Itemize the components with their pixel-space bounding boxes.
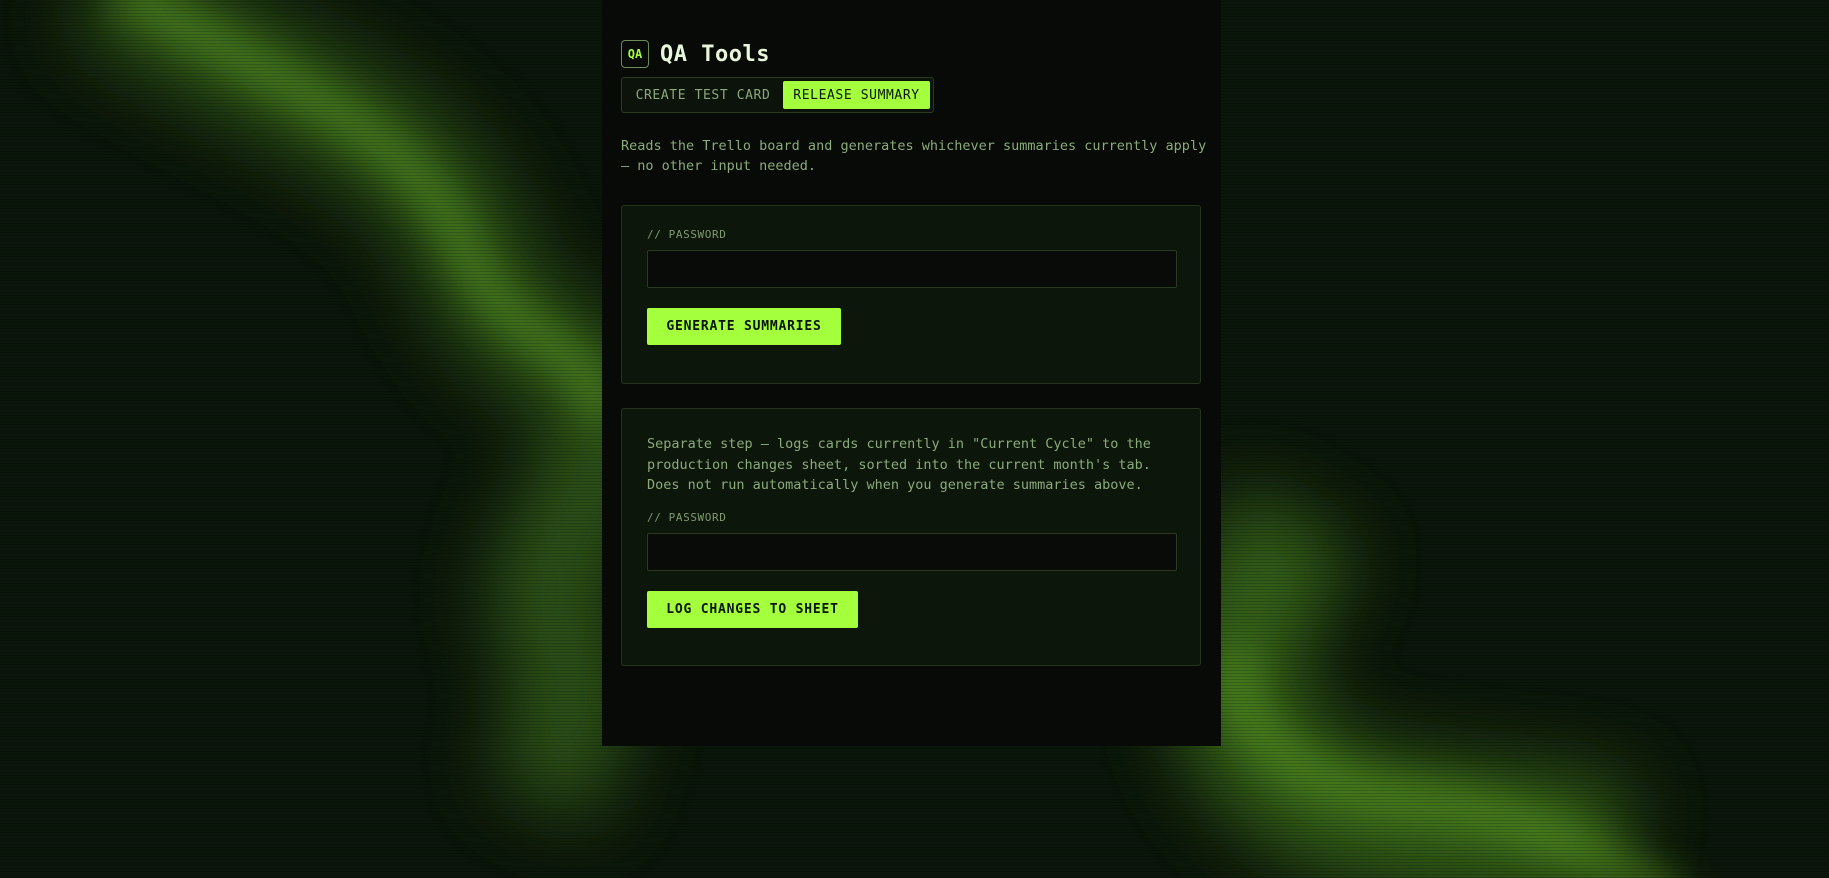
summary-card: // PASSWORD GENERATE SUMMARIES <box>621 205 1201 384</box>
tab-create-test-card[interactable]: CREATE TEST CARD <box>625 81 781 109</box>
tab-release-summary[interactable]: RELEASE SUMMARY <box>783 81 930 109</box>
app-header: QA QA Tools <box>621 39 770 69</box>
generate-summaries-button[interactable]: GENERATE SUMMARIES <box>647 308 841 345</box>
log-changes-button[interactable]: LOG CHANGES TO SHEET <box>647 591 858 628</box>
log-changes-description: Separate step — logs cards currently in … <box>647 436 1151 493</box>
tab-bar: CREATE TEST CARD RELEASE SUMMARY <box>621 77 934 113</box>
log-password-input[interactable] <box>647 533 1177 571</box>
summary-password-input[interactable] <box>647 250 1177 288</box>
intro-text: Reads the Trello board and generates whi… <box>621 138 1207 174</box>
summary-password-label: // PASSWORD <box>647 228 727 241</box>
log-changes-card: Separate step — logs cards currently in … <box>621 408 1201 666</box>
app-logo: QA <box>621 40 649 68</box>
app-title: QA Tools <box>660 41 770 67</box>
log-password-label: // PASSWORD <box>647 511 727 524</box>
